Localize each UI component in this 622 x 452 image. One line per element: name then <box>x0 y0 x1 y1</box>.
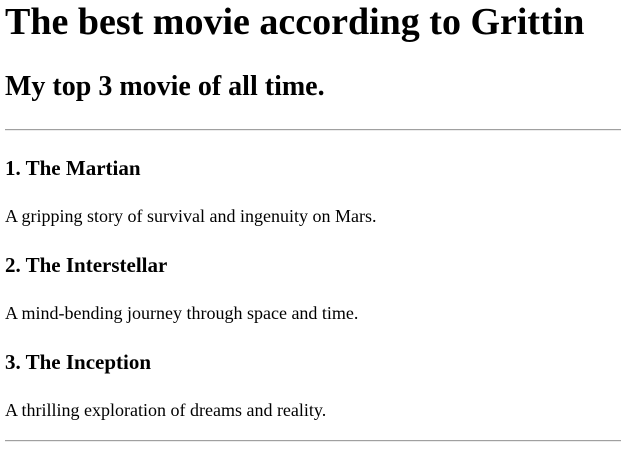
movie-description-martian: A gripping story of survival and ingenui… <box>5 206 377 226</box>
movie-heading-martian: 1. The Martian <box>5 156 141 180</box>
page-subtitle: My top 3 movie of all time. <box>5 71 325 102</box>
top-divider <box>5 129 621 131</box>
page: The best movie according to Grittin My t… <box>0 0 622 452</box>
movie-heading-interstellar: 2. The Interstellar <box>5 253 168 277</box>
movie-description-interstellar: A mind-bending journey through space and… <box>5 303 359 323</box>
bottom-divider <box>5 440 621 442</box>
movie-heading-inception: 3. The Inception <box>5 350 152 374</box>
movie-description-inception: A thrilling exploration of dreams and re… <box>5 400 327 420</box>
page-title: The best movie according to Grittin <box>5 1 585 43</box>
